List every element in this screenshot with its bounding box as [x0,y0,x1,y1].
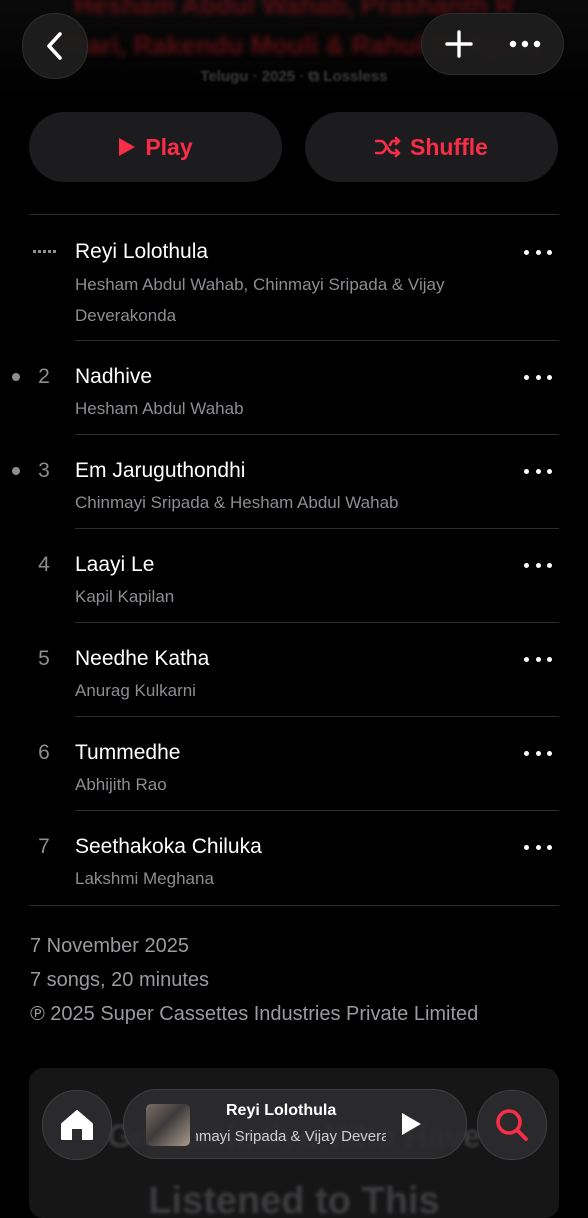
play-icon[interactable] [400,1112,422,1136]
playback-actions: Play Shuffle [29,112,558,182]
mini-player-artwork [146,1104,190,1146]
promo-card-line2: Listened to This [148,1180,440,1218]
track-row[interactable]: 3 Em Jaruguthondhi Chinmayi Sripada & He… [0,435,588,529]
downloaded-dot-icon [12,467,20,475]
track-row[interactable]: Reyi Lolothula Hesham Abdul Wahab, Chinm… [0,215,588,340]
mini-player[interactable]: Reyi Lolothula Chinmayi Sripada & Vijay … [123,1089,467,1159]
copyright: ℗ 2025 Super Cassettes Industries Privat… [30,1003,479,1025]
track-row[interactable]: 7 Seethakoka Chiluka Lakshmi Meghana [0,811,588,905]
track-more-button[interactable] [524,561,552,569]
track-artist: Chinmayi Sripada & Hesham Abdul Wahab [75,493,399,512]
play-icon [119,138,136,156]
track-title: Nadhive [75,365,153,388]
album-summary: 7 songs, 20 minutes [30,969,209,991]
track-more-button[interactable] [524,655,552,663]
track-row[interactable]: 5 Needhe Katha Anurag Kulkarni [0,623,588,717]
list-end-divider [29,905,559,906]
track-row[interactable]: 4 Laayi Le Kapil Kapilan [0,529,588,623]
track-artist: Hesham Abdul Wahab, Chinmayi Sripada & V… [75,275,445,325]
search-icon [496,1109,528,1141]
track-title: Laayi Le [75,553,155,576]
home-icon [61,1110,93,1140]
tab-search[interactable] [477,1090,547,1160]
track-number: 6 [38,741,50,764]
track-title: Needhe Katha [75,647,210,670]
mini-player-title: Reyi Lolothula [226,1102,337,1119]
chevron-left-icon [47,32,62,60]
track-number: 7 [38,835,50,858]
track-more-button[interactable] [524,749,552,757]
track-number: 3 [38,459,50,482]
track-more-button[interactable] [524,467,552,475]
ellipsis-icon[interactable] [509,40,541,48]
track-artist: Lakshmi Meghana [75,869,214,888]
track-number: 5 [38,647,50,670]
now-playing-indicator-icon [33,250,56,253]
track-artist: Hesham Abdul Wahab [75,399,244,418]
track-artist: Anurag Kulkarni [75,681,196,700]
shuffle-label: Shuffle [410,133,488,160]
track-row[interactable]: 6 Tummedhe Abhijith Rao [0,717,588,811]
track-number: 4 [38,553,50,576]
mini-player-subtitle: Chinmayi Sripada & Vijay Deverakonda [196,1128,386,1145]
play-label: Play [145,133,193,160]
track-number: 2 [38,365,50,388]
track-artist: Kapil Kapilan [75,587,175,606]
track-title: Tummedhe [75,741,181,764]
plus-icon[interactable] [444,29,474,59]
shuffle-icon [375,136,401,158]
track-more-button[interactable] [524,373,552,381]
header-actions [421,13,564,75]
track-more-button[interactable] [524,248,552,256]
back-button[interactable] [22,13,88,79]
tab-home[interactable] [42,1090,112,1160]
mini-player-subtitle-text: Chinmayi Sripada & Vijay Deverakonda [196,1128,386,1145]
downloaded-dot-icon [12,373,20,381]
track-row[interactable]: 2 Nadhive Hesham Abdul Wahab [0,341,588,435]
shuffle-button[interactable]: Shuffle [305,112,558,182]
play-button[interactable]: Play [29,112,282,182]
track-title: Reyi Lolothula [75,240,209,263]
track-title: Em Jaruguthondhi [75,459,246,482]
track-title: Seethakoka Chiluka [75,835,262,858]
release-date: 7 November 2025 [30,935,189,957]
track-more-button[interactable] [524,843,552,851]
track-artist: Abhijith Rao [75,775,167,794]
